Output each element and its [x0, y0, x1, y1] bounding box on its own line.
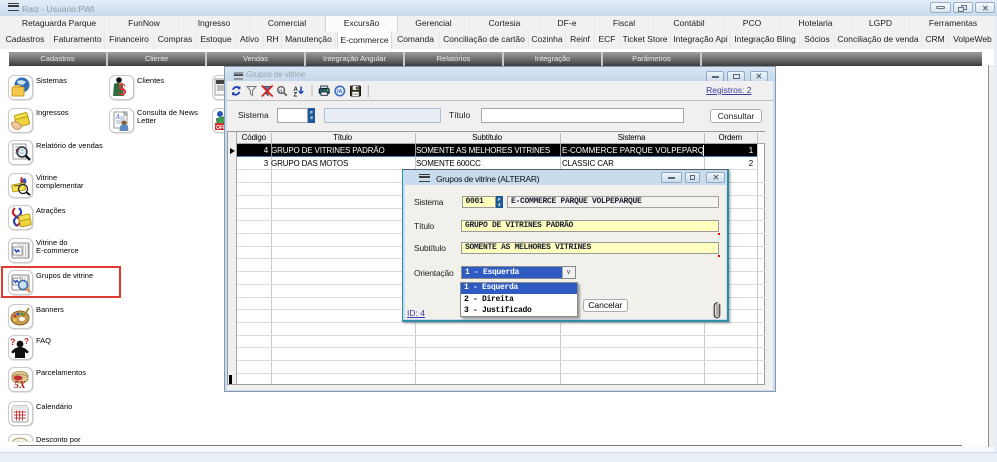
svg-text:?: ?	[24, 337, 29, 346]
svg-text:n: n	[279, 88, 282, 94]
svg-text:5X: 5X	[14, 380, 26, 391]
svg-text:IA: IA	[337, 89, 343, 95]
svg-text:Z: Z	[294, 93, 298, 99]
svg-text:?: ?	[10, 337, 16, 347]
svg-text:$: $	[118, 80, 127, 99]
svg-text:A: A	[115, 113, 121, 121]
